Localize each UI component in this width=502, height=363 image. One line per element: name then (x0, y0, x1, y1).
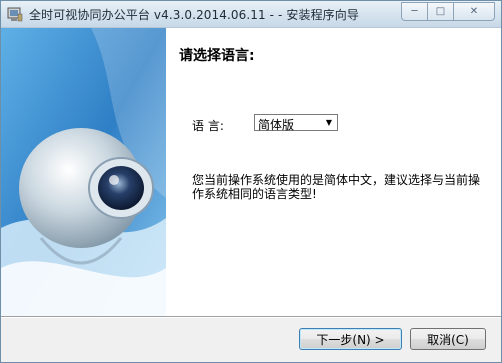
language-label: 语 言: (192, 119, 224, 133)
language-notice: 您当前操作系统使用的是简体中文，建议选择与当前操作系统相同的语言类型! (192, 173, 481, 201)
close-button[interactable]: ✕ (453, 2, 495, 21)
minimize-icon: ─ (411, 6, 418, 17)
language-selected-value: 简体版 (258, 118, 295, 132)
maximize-icon: □ (435, 6, 446, 17)
installer-window: 全时可视协同办公平台 v4.3.0.2014.06.11 - - 安装程序向导 … (0, 0, 502, 363)
maximize-button[interactable]: □ (427, 2, 453, 21)
next-button[interactable]: 下一步(N) > (299, 328, 402, 350)
caption-buttons: ─ □ ✕ (401, 2, 495, 21)
page-heading: 请选择语言: (179, 48, 255, 64)
webcam-banner-image (1, 28, 166, 316)
window-title: 全时可视协同办公平台 v4.3.0.2014.06.11 - - 安装程序向导 (29, 8, 359, 22)
footer-divider (1, 316, 501, 318)
title-bar[interactable]: 全时可视协同办公平台 v4.3.0.2014.06.11 - - 安装程序向导 … (1, 1, 501, 28)
language-select[interactable]: 简体版 ▼ (254, 114, 338, 132)
installer-app-icon (7, 7, 23, 22)
close-icon: ✕ (469, 6, 479, 17)
wizard-content: 请选择语言: 语 言: 简体版 ▼ 您当前操作系统使用的是简体中文，建议选择与当… (1, 28, 501, 316)
minimize-button[interactable]: ─ (401, 2, 427, 21)
dropdown-arrow-icon[interactable]: ▼ (321, 115, 337, 130)
cancel-button[interactable]: 取消(C) (410, 328, 486, 350)
